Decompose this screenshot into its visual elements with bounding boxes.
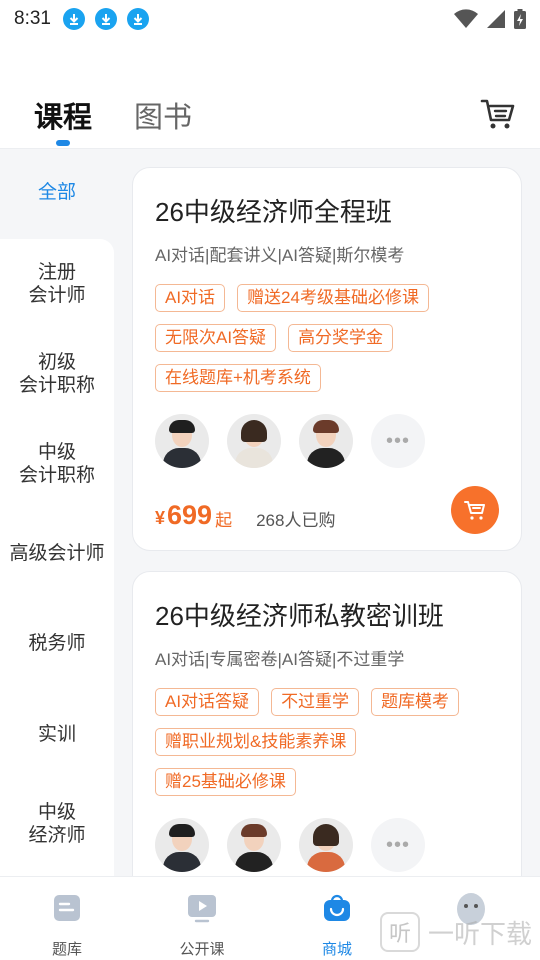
course-list: 26中级经济师全程班 AI对话|配套讲义|AI答疑|斯尔模考 AI对话 赠送24… [114,148,540,876]
course-title: 26中级经济师私教密训班 [155,601,444,631]
teacher-avatar [155,818,209,872]
course-tag: 在线题库+机考系统 [155,364,321,392]
teacher-avatar [227,414,281,468]
more-teachers-icon[interactable]: ••• [371,818,425,872]
watermark-text: 一听下载 [428,918,533,949]
question-bank-icon [54,895,80,921]
nav-question-bank[interactable]: 题库 [22,893,112,959]
shopping-bag-icon [324,894,350,921]
active-tab-indicator [56,140,70,146]
buyer-count: 268人已购 [256,511,336,530]
battery-charging-icon [514,9,526,29]
watermark-logo: 听 [380,912,420,952]
course-tag: 高分奖学金 [288,324,394,352]
category-junior-accountant[interactable]: 初级 会计职称 [0,351,114,397]
category-sidebar: 全部 注册 会计师 初级 会计职称 中级 会计职称 高级会计师 税务师 实训 中… [0,148,114,877]
nav-label: 商城 [321,941,352,958]
nav-label: 公开课 [179,941,225,958]
status-icons [454,9,526,29]
more-teachers-icon[interactable]: ••• [371,414,425,468]
price-suffix: 起 [215,511,233,530]
status-bar: 8:31 [0,0,540,38]
wifi-icon [454,9,478,28]
course-card[interactable]: 26中级经济师私教密训班 AI对话|专属密卷|AI答疑|不过重学 AI对话答疑 … [132,571,522,876]
course-title: 26中级经济师全程班 [155,197,392,227]
course-tags: AI对话答疑 不过重学 题库模考 赠职业规划&技能素养课 赠25基础必修课 [155,688,499,796]
price-currency: ¥ [155,508,166,528]
add-to-cart-button[interactable] [451,486,499,534]
course-card[interactable]: 26中级经济师全程班 AI对话|配套讲义|AI答疑|斯尔模考 AI对话 赠送24… [132,167,522,551]
category-all[interactable]: 全部 [0,181,114,204]
tab-course[interactable]: 课程 [34,94,92,136]
watermark: 听 一听下载 [380,912,532,952]
tab-books[interactable]: 图书 [134,94,192,136]
download-icon [126,8,149,30]
download-icon [94,8,117,30]
category-intermediate-accountant[interactable]: 中级 会计职称 [0,441,114,487]
teacher-avatars: ••• [155,414,499,468]
category-intermediate-economist[interactable]: 中级 经济师 [0,801,114,847]
category-practical-training[interactable]: 实训 [0,723,114,746]
cart-icon[interactable] [480,96,516,132]
price-row: ¥ 699 起 268人已购 [155,486,499,534]
download-icon [62,8,85,30]
category-senior-accountant[interactable]: 高级会计师 [0,542,114,565]
category-tax-advisor[interactable]: 税务师 [0,632,114,655]
nav-mall[interactable]: 商城 [292,893,382,959]
course-subtitle: AI对话|专属密卷|AI答疑|不过重学 [155,650,405,669]
course-tag: 赠职业规划&技能素养课 [155,728,357,756]
course-tags: AI对话 赠送24考级基础必修课 无限次AI答疑 高分奖学金 在线题库+机考系统 [155,284,499,392]
course-price: 699 [167,500,213,530]
signal-icon [487,10,505,28]
cart-icon [464,501,485,520]
course-tag: 题库模考 [371,688,460,716]
course-tag: 不过重学 [271,688,360,716]
teacher-avatars: ••• [155,818,499,872]
category-cpa[interactable]: 注册 会计师 [0,261,114,307]
teacher-avatar [299,414,353,468]
course-tag: 赠25基础必修课 [155,768,296,796]
nav-label: 题库 [51,941,82,958]
course-tag: AI对话 [155,284,226,312]
top-tab-bar: 课程 图书 [0,80,540,148]
play-screen-icon [188,895,216,923]
course-tag: 赠送24考级基础必修课 [237,284,429,312]
teacher-avatar [299,818,353,872]
course-subtitle: AI对话|配套讲义|AI答疑|斯尔模考 [155,246,405,265]
course-tag: AI对话答疑 [155,688,260,716]
status-time: 8:31 [14,8,51,29]
nav-open-course[interactable]: 公开课 [157,893,247,959]
teacher-avatar [227,818,281,872]
teacher-avatar [155,414,209,468]
course-tag: 无限次AI答疑 [155,324,277,352]
